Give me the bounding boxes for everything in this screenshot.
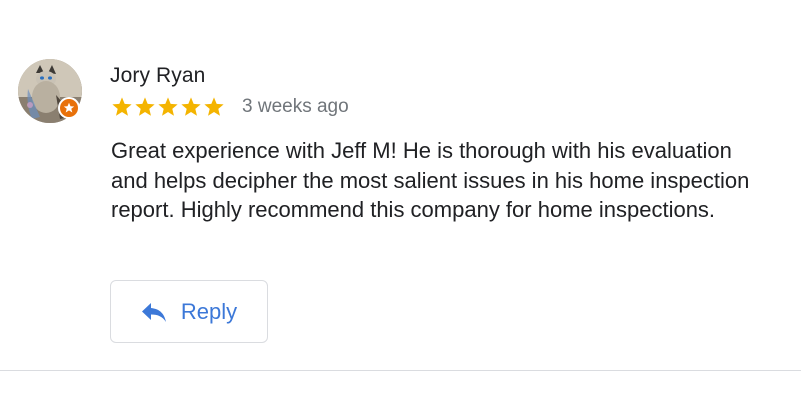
reply-button[interactable]: Reply <box>110 280 268 343</box>
star-icon <box>112 97 132 116</box>
star-icon <box>135 97 155 116</box>
rating-row: 3 weeks ago <box>111 94 349 120</box>
review-time: 3 weeks ago <box>242 96 349 117</box>
star-icon <box>181 97 201 116</box>
review-card: Jory Ryan 3 weeks ago Great experience w… <box>0 0 801 414</box>
divider <box>0 370 801 371</box>
star-icon <box>204 97 224 116</box>
author-name[interactable]: Jory Ryan <box>110 64 205 88</box>
star-rating <box>111 96 225 118</box>
avatar-container[interactable] <box>18 59 82 123</box>
local-guide-badge-icon <box>58 97 80 119</box>
reply-arrow-icon <box>141 302 166 322</box>
reply-label: Reply <box>180 298 238 324</box>
star-icon <box>158 97 178 116</box>
review-text: Great experience with Jeff M! He is thor… <box>111 138 750 222</box>
